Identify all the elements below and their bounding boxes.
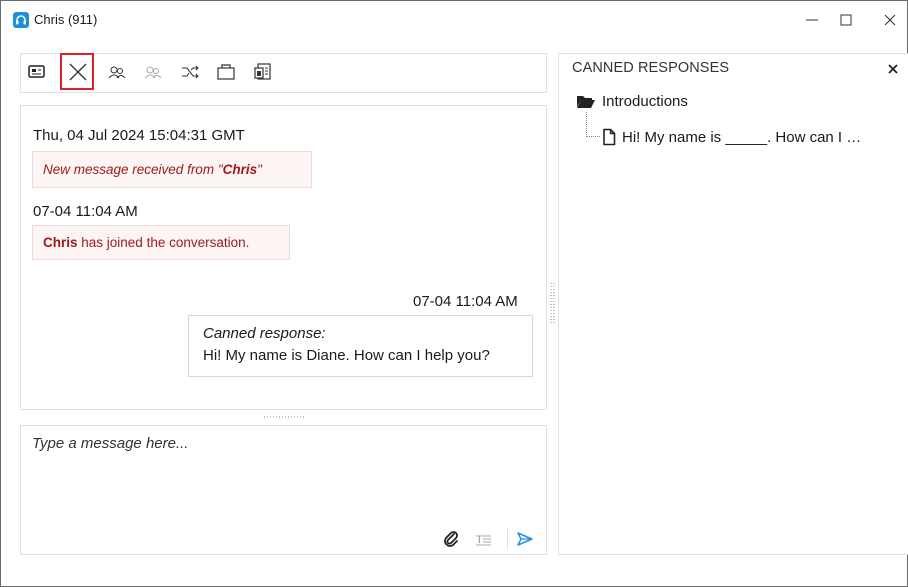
canned-folder-label: Introductions bbox=[602, 92, 688, 110]
conference-icon bbox=[143, 62, 163, 82]
vertical-splitter[interactable] bbox=[550, 283, 552, 323]
transfer-queue-icon[interactable] bbox=[180, 62, 200, 82]
reports-icon[interactable] bbox=[253, 62, 273, 82]
send-icon[interactable] bbox=[516, 530, 534, 548]
agent-message-text: Hi! My name is Diane. How can I help you… bbox=[203, 347, 490, 364]
attachment-icon[interactable] bbox=[442, 530, 460, 548]
toolbar-divider bbox=[507, 529, 508, 549]
system-message-text: Chris has joined the conversation. bbox=[43, 235, 250, 250]
headset-icon bbox=[13, 12, 29, 28]
tree-connector bbox=[586, 136, 600, 137]
system-message: Chris has joined the conversation. bbox=[32, 225, 290, 260]
message-input[interactable] bbox=[22, 427, 542, 522]
conversation-toolbar bbox=[20, 53, 547, 93]
system-message-text: New message received from "Chris" bbox=[43, 162, 262, 177]
title-bar: Chris (911) bbox=[0, 0, 906, 40]
document-icon bbox=[603, 128, 616, 146]
close-icon[interactable] bbox=[885, 61, 901, 77]
agent-message: Canned response: Hi! My name is Diane. H… bbox=[188, 315, 533, 377]
open-folder-icon bbox=[577, 96, 595, 108]
minimize-icon[interactable] bbox=[800, 8, 824, 32]
vertical-splitter-grip bbox=[553, 283, 555, 323]
message-timestamp: 07-04 11:04 AM bbox=[33, 203, 138, 220]
end-conversation-icon bbox=[69, 63, 87, 81]
svg-text:T: T bbox=[476, 534, 483, 546]
message-timestamp: Thu, 04 Jul 2024 15:04:31 GMT bbox=[33, 127, 245, 144]
folder-icon[interactable] bbox=[216, 62, 236, 82]
message-timestamp: 07-04 11:04 AM bbox=[413, 293, 518, 310]
tree-connector bbox=[586, 112, 587, 137]
canned-responses-title: CANNED RESPONSES bbox=[572, 60, 730, 76]
text-format-icon[interactable]: T bbox=[475, 530, 493, 548]
canned-folder[interactable]: Introductions bbox=[576, 91, 688, 111]
end-conversation-button[interactable] bbox=[60, 53, 94, 90]
contact-card-icon[interactable] bbox=[27, 62, 47, 82]
agent-message-label: Canned response: bbox=[203, 325, 326, 342]
maximize-icon[interactable] bbox=[834, 8, 858, 32]
window-title: Chris (911) bbox=[34, 12, 98, 27]
close-icon[interactable] bbox=[878, 8, 902, 32]
canned-response-label: Hi! My name is _____. How can I … bbox=[622, 128, 862, 146]
transfer-agent-icon[interactable] bbox=[107, 62, 127, 82]
horizontal-splitter[interactable] bbox=[264, 416, 304, 418]
system-message: New message received from "Chris" bbox=[32, 151, 312, 188]
canned-response-item[interactable]: Hi! My name is _____. How can I … bbox=[602, 127, 861, 147]
